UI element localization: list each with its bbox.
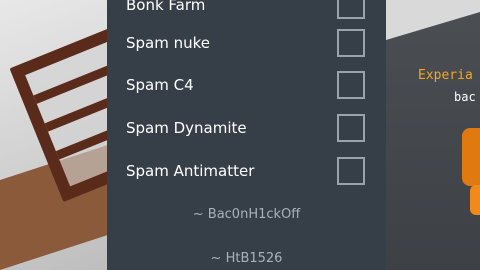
menu-item-label: Spam C4 (126, 76, 194, 94)
menu-item-label: Bonk Farm (126, 0, 206, 14)
player-nametag-name: bac (454, 90, 476, 104)
menu-item-label: Spam Antimatter (126, 162, 255, 180)
menu-item-spam-c4[interactable]: Spam C4 (107, 64, 386, 106)
menu-item-spam-dynamite[interactable]: Spam Dynamite (107, 107, 386, 149)
player-nametag-title: Experia (418, 68, 473, 83)
bonk-farm-checkbox[interactable] (337, 0, 365, 19)
menu-item-spam-nuke[interactable]: Spam nuke (107, 22, 386, 64)
spam-dynamite-checkbox[interactable] (337, 114, 365, 142)
game-character-arm (470, 185, 480, 215)
credit-author-1: ~ Bac0nH1ckOff (192, 207, 301, 222)
spam-c4-checkbox[interactable] (337, 71, 365, 99)
menu-item-label: Spam nuke (126, 34, 211, 52)
spam-antimatter-checkbox[interactable] (337, 157, 365, 185)
spam-nuke-checkbox[interactable] (337, 29, 365, 57)
menu-item-spam-antimatter[interactable]: Spam Antimatter (107, 150, 386, 192)
menu-item-label: Spam Dynamite (126, 119, 247, 137)
game-character (462, 128, 480, 186)
credit-author-2: ~ HtB1526 (210, 251, 283, 266)
exploit-menu-panel: Bonk Farm Spam nuke Spam C4 Spam Dynamit… (107, 0, 386, 270)
